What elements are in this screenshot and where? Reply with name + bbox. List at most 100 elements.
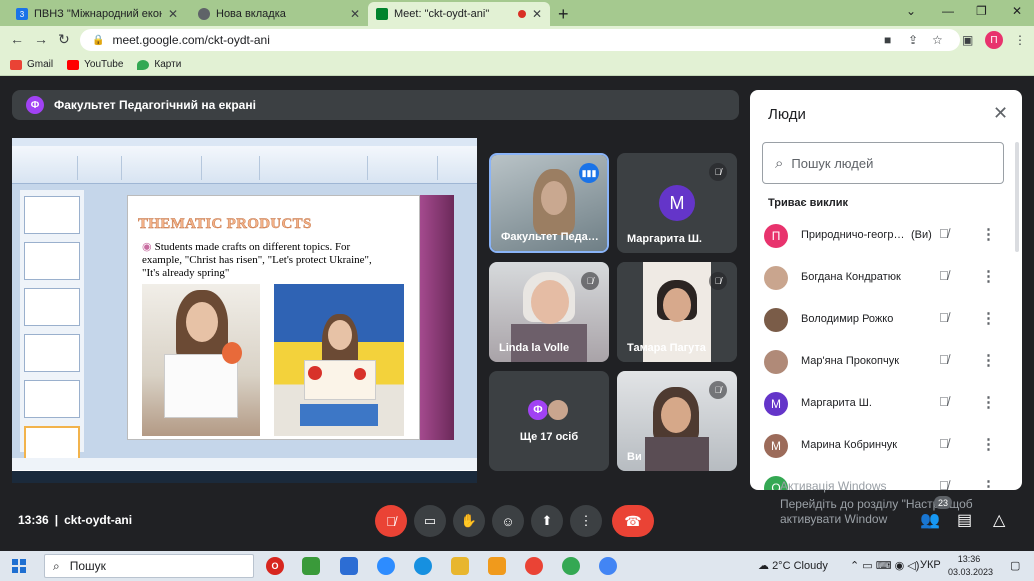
chevron-down-icon[interactable]: ⌄ <box>906 4 916 18</box>
people-search-input[interactable] <box>791 155 982 171</box>
chrome-icon[interactable] <box>525 557 543 575</box>
close-icon[interactable]: ✕ <box>532 7 542 21</box>
zoom-icon[interactable] <box>377 557 395 575</box>
participant-name: Марина Кобринчук <box>801 439 898 451</box>
mic-off-icon[interactable]: 🎙̸ <box>939 226 949 241</box>
notification-icon[interactable]: ▢ <box>1010 559 1020 572</box>
tray-icons[interactable]: ⌃ ▭ ⌨ ◉ ◁) <box>850 559 919 572</box>
mic-off-icon: 🎙̸ <box>386 513 396 529</box>
people-button[interactable]: 👥 <box>920 510 940 530</box>
tab-pvnz[interactable]: 3 ПВНЗ "Міжнародний економіко ✕ <box>8 2 186 26</box>
weather-widget[interactable]: ☁ 2°C Cloudy <box>758 559 828 572</box>
app-icon[interactable] <box>488 557 506 575</box>
close-icon[interactable]: ✕ <box>993 103 1008 124</box>
bookmark-label: Gmail <box>27 59 54 70</box>
self-tile[interactable]: 🎙̸ Ви <box>617 371 737 471</box>
new-tab-button[interactable]: + <box>558 4 569 25</box>
more-options-icon[interactable]: ⋮ <box>981 267 996 285</box>
app-icon[interactable] <box>302 557 320 575</box>
participant-row[interactable]: Богдана Кондратюк 🎙̸ ⋮ <box>750 256 1022 298</box>
slide-thumbnail[interactable] <box>24 288 80 326</box>
chrome-icon[interactable] <box>562 557 580 575</box>
windows-taskbar: ⌕ Пошук O ☁ 2°C Cloudy ⌃ ▭ ⌨ ◉ ◁) УКР 13… <box>0 551 1034 581</box>
bookmark-youtube[interactable]: YouTube <box>67 59 123 70</box>
slide-thumbnail[interactable] <box>24 334 80 372</box>
end-call-button[interactable]: ☎ <box>612 505 654 537</box>
more-options-icon[interactable]: ⋮ <box>981 477 996 490</box>
language-indicator[interactable]: УКР <box>920 559 941 571</box>
people-count-badge: 23 <box>934 496 952 509</box>
mic-toggle-button[interactable]: 🎙̸ <box>375 505 407 537</box>
participant-tile[interactable]: 🎙̸ Linda la Volle <box>489 262 609 362</box>
menu-icon[interactable]: ⋮ <box>1014 33 1026 47</box>
bookmark-maps[interactable]: Карти <box>137 59 181 70</box>
chrome-icon[interactable] <box>599 557 617 575</box>
participant-tile[interactable]: 🎙̸ М Маргарита Ш. <box>617 153 737 253</box>
forward-icon[interactable]: → <box>34 31 48 47</box>
participant-row[interactable]: П Природничо-геогр… (Ви) 🎙̸ ⋮ <box>750 214 1022 256</box>
participant-row[interactable]: М Маргарита Ш. 🎙̸ ⋮ <box>750 382 1022 424</box>
more-options-icon[interactable]: ⋮ <box>981 351 996 369</box>
present-screen-button[interactable]: ⬆ <box>531 505 563 537</box>
participant-row[interactable]: Володимир Рожко 🎙̸ ⋮ <box>750 298 1022 340</box>
more-participants-tile[interactable]: Ф Ще 17 осіб <box>489 371 609 471</box>
more-options-icon[interactable]: ⋮ <box>981 309 996 327</box>
camera-toggle-button[interactable]: ▭ <box>414 505 446 537</box>
people-search[interactable]: ⌕ <box>762 142 1004 184</box>
mic-off-icon[interactable]: 🎙̸ <box>939 310 949 325</box>
reactions-button[interactable]: ☺ <box>492 505 524 537</box>
share-icon[interactable]: ⇪ <box>908 33 918 47</box>
shared-screen: THEMATIC PRODUCTS ◉ Students made crafts … <box>12 138 477 483</box>
folder-icon[interactable] <box>451 557 469 575</box>
bookmark-label: Карти <box>154 59 182 70</box>
maps-icon <box>137 59 150 70</box>
bookmark-gmail[interactable]: Gmail <box>10 59 53 70</box>
mic-off-icon[interactable]: 🎙̸ <box>939 268 949 283</box>
more-options-button[interactable]: ⋮ <box>570 505 602 537</box>
mic-off-icon[interactable]: 🎙̸ <box>939 394 949 409</box>
mic-off-icon[interactable]: 🎙̸ <box>939 352 949 367</box>
minimize-icon[interactable]: — <box>942 4 954 18</box>
slide-thumbnail[interactable] <box>24 242 80 280</box>
mic-off-icon: 🎙̸ <box>709 272 727 290</box>
participant-avatar: М <box>764 434 788 458</box>
participant-name: Тамара Пагута <box>627 342 706 354</box>
taskbar-search[interactable]: ⌕ Пошук <box>44 554 254 578</box>
people-icon: 👥 <box>920 512 940 529</box>
tab-meet[interactable]: Meet: "ckt-oydt-ani" ✕ <box>368 2 550 26</box>
edge-icon[interactable] <box>414 557 432 575</box>
slide-thumbnail[interactable] <box>24 196 80 234</box>
close-window-icon[interactable]: ✕ <box>1012 4 1022 18</box>
weather-text: 2°C Cloudy <box>772 560 828 572</box>
back-icon[interactable]: ← <box>10 31 24 47</box>
participant-tile[interactable]: ▮▮▮ Факультет Педа… <box>489 153 609 253</box>
store-icon[interactable] <box>340 557 358 575</box>
close-icon[interactable]: ✕ <box>168 7 178 21</box>
sidepanel-icon[interactable]: ▣ <box>962 33 973 47</box>
opera-icon[interactable]: O <box>266 557 284 575</box>
mic-off-icon[interactable]: 🎙̸ <box>939 436 949 451</box>
close-icon[interactable]: ✕ <box>350 7 360 21</box>
camera-icon[interactable]: ■ <box>884 33 891 47</box>
chat-button[interactable]: ▤ <box>957 510 972 530</box>
restore-icon[interactable]: ❐ <box>976 4 987 18</box>
mic-off-icon[interactable]: 🎙̸ <box>939 478 949 490</box>
participant-row[interactable]: Мар'яна Прокопчук 🎙̸ ⋮ <box>750 340 1022 382</box>
activities-button[interactable]: △ <box>993 510 1005 530</box>
profile-avatar[interactable]: П <box>985 31 1003 49</box>
address-bar[interactable]: 🔒 meet.google.com/ckt-oydt-ani <box>80 29 960 51</box>
reload-icon[interactable]: ↻ <box>58 31 70 48</box>
windows-activation-title: Активація Windows <box>780 479 887 493</box>
more-options-icon[interactable]: ⋮ <box>981 435 996 453</box>
participant-row[interactable]: М Марина Кобринчук 🎙̸ ⋮ <box>750 424 1022 466</box>
raise-hand-button[interactable]: ✋ <box>453 505 485 537</box>
globe-icon <box>198 8 210 20</box>
windows-start-icon[interactable] <box>12 559 26 573</box>
slide-thumbnail[interactable] <box>24 380 80 418</box>
more-options-icon[interactable]: ⋮ <box>981 225 996 243</box>
more-options-icon[interactable]: ⋮ <box>981 393 996 411</box>
participant-tile[interactable]: 🎙̸ Тамара Пагута <box>617 262 737 362</box>
star-icon[interactable]: ☆ <box>932 33 943 47</box>
taskbar-clock[interactable]: 13:36 03.03.2023 <box>948 553 993 579</box>
tab-new[interactable]: Нова вкладка ✕ <box>190 2 368 26</box>
